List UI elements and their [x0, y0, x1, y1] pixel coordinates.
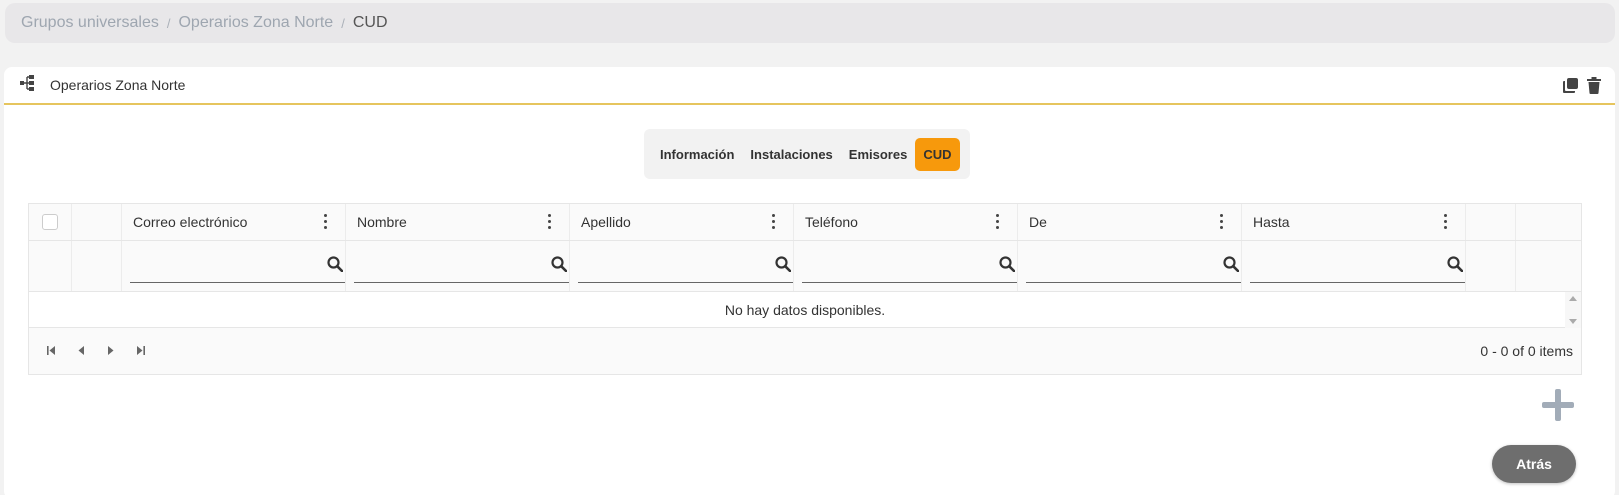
search-icon[interactable] [999, 256, 1016, 275]
filter-cell-telefono [794, 241, 1018, 291]
column-header-de[interactable]: De [1018, 204, 1242, 240]
filter-cell-nombre [346, 241, 570, 291]
scroll-up-icon[interactable] [1569, 296, 1577, 301]
card-header: Operarios Zona Norte [4, 67, 1615, 105]
filter-spacer [1516, 241, 1565, 291]
filter-spacer [29, 241, 72, 291]
column-menu-icon[interactable] [996, 214, 999, 229]
last-page-icon[interactable] [136, 342, 145, 360]
filter-input-apellido[interactable] [578, 253, 793, 283]
column-menu-icon[interactable] [772, 214, 775, 229]
column-header-hasta[interactable]: Hasta [1242, 204, 1466, 240]
add-icon[interactable] [1541, 388, 1575, 422]
no-data-message: No hay datos disponibles. [724, 301, 886, 318]
column-label: Correo electrónico [133, 214, 248, 230]
breadcrumb-separator: / [341, 15, 345, 31]
header-spacer [1466, 204, 1516, 240]
card-title: Operarios Zona Norte [50, 77, 186, 93]
pager: 0 - 0 of 0 items [29, 328, 1581, 374]
search-icon[interactable] [1447, 256, 1464, 275]
column-menu-icon[interactable] [548, 214, 551, 229]
filter-input-correo[interactable] [130, 253, 345, 283]
breadcrumb-link-operarios[interactable]: Operarios Zona Norte [178, 14, 333, 32]
column-header-correo[interactable]: Correo electrónico [122, 204, 346, 240]
column-header-apellido[interactable]: Apellido [570, 204, 794, 240]
search-icon[interactable] [1223, 256, 1240, 275]
breadcrumb-link-grupos[interactable]: Grupos universales [21, 14, 159, 32]
header-actions [1562, 76, 1601, 94]
column-menu-icon[interactable] [1444, 214, 1447, 229]
filter-input-de[interactable] [1026, 253, 1241, 283]
data-grid: Correo electrónico Nombre Apellido Teléf… [28, 203, 1582, 375]
header-spacer [1516, 204, 1565, 240]
tab-bar: Información Instalaciones Emisores CUD [644, 129, 970, 179]
breadcrumb-current: CUD [352, 14, 388, 31]
first-page-icon[interactable] [47, 342, 56, 360]
select-all-cell [29, 204, 72, 240]
select-all-checkbox[interactable] [42, 214, 58, 230]
trash-icon[interactable] [1587, 76, 1601, 94]
breadcrumb: Grupos universales / Operarios Zona Nort… [5, 3, 1615, 43]
filter-cell-correo [122, 241, 346, 291]
vertical-scrollbar[interactable] [1565, 292, 1581, 328]
filter-input-hasta[interactable] [1250, 253, 1465, 283]
filter-input-telefono[interactable] [802, 253, 1017, 283]
no-data-row: No hay datos disponibles. [29, 292, 1581, 328]
column-label: Apellido [581, 214, 631, 230]
tab-emisores[interactable]: Emisores [841, 138, 916, 171]
filter-input-nombre[interactable] [354, 253, 569, 283]
column-label: Nombre [357, 214, 407, 230]
column-header-telefono[interactable]: Teléfono [794, 204, 1018, 240]
filter-spacer [1466, 241, 1516, 291]
filter-cell-de [1018, 241, 1242, 291]
column-label: Teléfono [805, 214, 858, 230]
column-menu-icon[interactable] [324, 214, 327, 229]
column-menu-icon[interactable] [1220, 214, 1223, 229]
main-card: Operarios Zona Norte Información Instala… [4, 67, 1615, 495]
tab-instalaciones[interactable]: Instalaciones [742, 138, 840, 171]
next-page-icon[interactable] [107, 342, 114, 360]
tab-informacion[interactable]: Información [652, 138, 742, 171]
column-label: De [1029, 214, 1047, 230]
copy-icon[interactable] [1562, 77, 1579, 94]
filter-cell-hasta [1242, 241, 1466, 291]
breadcrumb-separator: / [166, 15, 171, 31]
column-label: Hasta [1253, 214, 1290, 230]
search-icon[interactable] [327, 256, 344, 275]
search-icon[interactable] [775, 256, 792, 275]
scroll-down-icon[interactable] [1569, 319, 1577, 324]
back-button[interactable]: Atrás [1492, 445, 1576, 483]
tree-structure-icon [20, 74, 34, 96]
filter-row [29, 241, 1581, 292]
filter-spacer [72, 241, 122, 291]
filter-cell-apellido [570, 241, 794, 291]
pager-buttons [47, 342, 145, 360]
column-header-nombre[interactable]: Nombre [346, 204, 570, 240]
search-icon[interactable] [551, 256, 568, 275]
grid-header-row: Correo electrónico Nombre Apellido Teléf… [29, 204, 1581, 241]
tab-cud[interactable]: CUD [915, 137, 960, 171]
pager-info: 0 - 0 of 0 items [1480, 343, 1573, 359]
header-spacer [72, 204, 122, 240]
previous-page-icon[interactable] [78, 342, 85, 360]
